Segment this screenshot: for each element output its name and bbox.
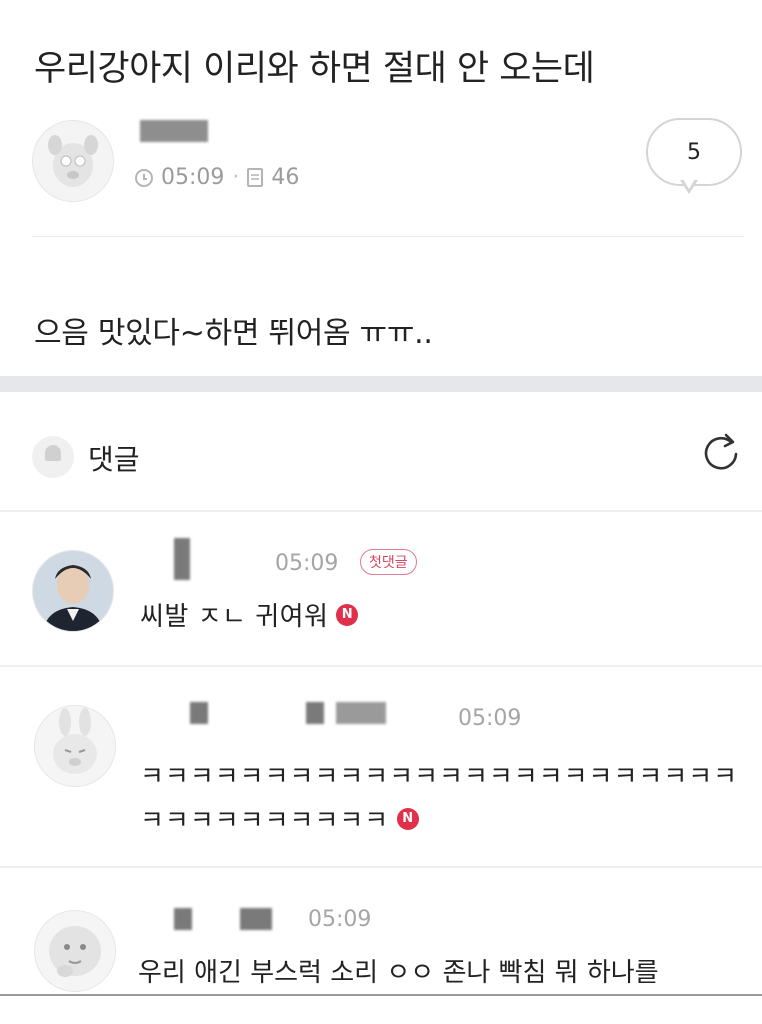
comment-body: 씨발 ㅈㄴ 귀여워 <box>140 602 329 632</box>
meta-separator: · <box>232 165 240 190</box>
comment-text-line1: ㅋㅋㅋㅋㅋㅋㅋㅋㅋㅋㅋㅋㅋㅋㅋㅋㅋㅋㅋㅋㅋㅋㅋㅋ <box>140 762 739 792</box>
comment-time: 05:09 <box>275 551 339 576</box>
comment-text: 씨발 ㅈㄴ 귀여워 N <box>140 596 359 633</box>
commenter-avatar[interactable] <box>34 705 116 787</box>
dog-character-icon <box>33 121 113 201</box>
author-name-redacted <box>140 120 208 142</box>
commenter-name-redacted <box>306 702 324 724</box>
first-comment-badge: 첫댓글 <box>360 549 417 575</box>
post-views: 46 <box>271 165 300 190</box>
clock-icon <box>135 168 153 187</box>
post-title: 우리강아지 이리와 하면 절대 안 오는데 <box>34 49 595 89</box>
header-divider <box>32 236 744 237</box>
comment-text-line2: ㅋㅋㅋㅋㅋㅋㅋㅋㅋㅋ N <box>140 800 420 837</box>
comment-time: 05:09 <box>308 907 372 932</box>
commenter-name-redacted <box>336 702 386 724</box>
comment-count: 5 <box>687 139 701 165</box>
commenter-avatar-photo[interactable] <box>32 550 114 632</box>
bubble-tail-inner <box>683 179 695 189</box>
lion-character-icon <box>35 911 115 991</box>
new-badge: N <box>336 603 359 626</box>
rabbit-character-icon <box>35 706 115 786</box>
section-separator <box>0 376 762 392</box>
comment-body: ㅋㅋㅋㅋㅋㅋㅋㅋㅋㅋ <box>140 806 390 836</box>
refresh-icon[interactable] <box>698 430 744 476</box>
row-divider <box>0 866 762 868</box>
comment-count-button[interactable]: 5 <box>646 118 742 186</box>
post-body: 으음 맛있다~하면 뛰어옴 ㅠㅠ.. <box>34 316 433 351</box>
commenter-avatar[interactable] <box>34 910 116 992</box>
post-meta: 05:09 · 46 <box>135 165 299 190</box>
bottom-edge <box>0 994 762 996</box>
person-photo-icon <box>33 551 113 631</box>
comment-time: 05:09 <box>458 706 522 731</box>
bell-shape <box>45 445 61 461</box>
author-avatar[interactable] <box>32 120 114 202</box>
row-divider <box>0 510 762 512</box>
commenter-name-redacted <box>174 908 192 930</box>
views-icon <box>247 168 264 187</box>
row-divider <box>0 665 762 667</box>
comment-text: 우리 애긴 부스럭 소리 ㅇㅇ 존나 빡침 뭐 하나를 <box>138 958 659 988</box>
commenter-name-redacted <box>190 702 208 724</box>
new-badge: N <box>397 807 420 830</box>
commenter-name-redacted <box>174 538 190 580</box>
commenter-name-redacted <box>240 908 272 930</box>
comments-title: 댓글 <box>88 443 140 476</box>
post-time: 05:09 <box>161 165 225 190</box>
